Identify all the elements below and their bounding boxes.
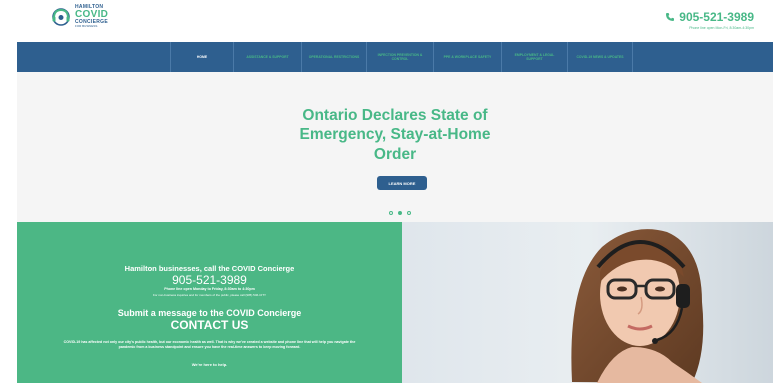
slider-dot-3[interactable] <box>407 211 411 215</box>
info-hours: Phone line open Monday to Friday, 8:30am… <box>164 287 255 291</box>
info-help-text: We're here to help. <box>191 362 228 367</box>
logo-headset-icon <box>52 7 70 26</box>
hero-title-line: Order <box>373 145 417 163</box>
slider-dots <box>389 211 411 215</box>
info-heading: Hamilton businesses, call the COVID Conc… <box>124 264 295 273</box>
learn-more-button[interactable]: LEARN MORE <box>377 176 427 190</box>
hero-title-line: Ontario Declares State of <box>302 107 488 124</box>
agent-illustration <box>402 222 773 383</box>
hero-slider: Ontario Declares State of Emergency, Sta… <box>17 72 773 222</box>
nav-item-home[interactable]: HOME <box>170 42 233 72</box>
nav-item-assistance-support[interactable]: ASSISTANCE & SUPPORT <box>233 42 301 72</box>
info-submit-heading: Submit a message to the COVID Concierge <box>117 308 302 318</box>
header-phone-number[interactable]: 905-521-3989 <box>679 10 754 24</box>
info-non-business-note: For non-business inquiries and for membe… <box>152 293 267 297</box>
hero-title: Ontario Declares State of Emergency, Sta… <box>17 106 773 164</box>
call-center-agent-photo <box>402 222 773 383</box>
info-phone-number[interactable]: 905-521-3989 <box>17 273 402 287</box>
phone-icon <box>666 13 675 21</box>
slider-dot-1[interactable] <box>389 211 393 215</box>
hero-title-line: Emergency, Stay-at-Home <box>299 126 491 144</box>
nav-item-employment-legal[interactable]: EMPLOYMENT & LEGAL SUPPORT <box>501 42 567 72</box>
logo-text-for-business: FOR BUSINESS <box>75 24 98 28</box>
nav-item-covid-news[interactable]: COVID-19 NEWS & UPDATES <box>567 42 633 72</box>
concierge-info-panel: Hamilton businesses, call the COVID Conc… <box>17 222 402 383</box>
nav-item-operational-restrictions[interactable]: OPERATIONAL RESTRICTIONS <box>301 42 366 72</box>
header-phone-hours: Phone line open Mon-Fri, 8:30am-4:30pm <box>689 26 754 30</box>
main-nav: HOME ASSISTANCE & SUPPORT OPERATIONAL RE… <box>17 42 773 72</box>
logo[interactable]: HAMILTON COVID CONCIERGE FOR BUSINESS <box>50 5 108 28</box>
site-header: HAMILTON COVID CONCIERGE FOR BUSINESS 90… <box>0 0 773 42</box>
header-phone: 905-521-3989 Phone line open Mon-Fri, 8:… <box>665 10 754 30</box>
nav-item-infection-prevention[interactable]: INFECTION PREVENTION & CONTROL <box>366 42 433 72</box>
slider-dot-2[interactable] <box>398 211 402 215</box>
info-body-text: COVID-19 has affected not only our city'… <box>63 340 356 350</box>
contact-us-link[interactable]: CONTACT US <box>17 318 402 332</box>
nav-item-ppe-workplace-safety[interactable]: PPE & WORKPLACE SAFETY <box>433 42 501 72</box>
